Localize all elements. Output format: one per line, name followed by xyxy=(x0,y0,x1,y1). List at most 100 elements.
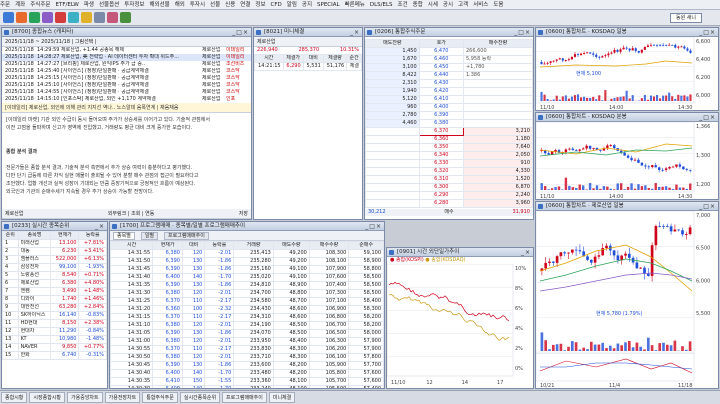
taskbar-item[interactable]: 실시간종목순위 xyxy=(179,392,221,403)
menu-item[interactable]: 계좌 xyxy=(15,2,25,8)
column-header[interactable]: 매수수량 xyxy=(308,241,350,250)
mini-code[interactable]: 제로산업 xyxy=(254,37,362,47)
ask-price[interactable]: 6,450 xyxy=(418,63,464,72)
window-controls[interactable]: _× xyxy=(350,29,360,36)
taskbar-item[interactable]: 가용전장차트 xyxy=(104,392,141,403)
bid-row[interactable]: 6,320 4,330 xyxy=(365,167,533,176)
ask-price[interactable]: 6,390 xyxy=(418,111,464,120)
bid-price[interactable]: 6,300 xyxy=(418,183,464,192)
table-row[interactable]: 3 엠플러스 522,000 +6.13% xyxy=(2,255,107,264)
news-footer-links[interactable]: 외부링크 | 조회 | 연동 xyxy=(108,209,155,218)
column-header[interactable]: 대비 xyxy=(181,241,206,250)
menu-item[interactable]: DLS/ELS xyxy=(370,2,393,8)
news-item[interactable]: 2025/11/18 14:27:27 [브리핑] 제로산업, 원익IPS 주가 … xyxy=(2,61,251,68)
column-header[interactable]: 종목명 xyxy=(17,231,52,240)
ask-row[interactable]: 4,460 6,380 xyxy=(365,119,533,128)
home-icon[interactable] xyxy=(3,12,14,23)
table-row[interactable]: 12 현대차 11,290 -0.84% xyxy=(2,327,107,336)
window-controls[interactable]: _□× xyxy=(699,203,716,210)
news-item[interactable]: 2025/11/18 14:15:10 [인포스탁] 제로산업, 외인 +1,17… xyxy=(2,96,251,103)
news-item[interactable]: 2025/11/18 14:28:27 체로산업, 美 전략업 · AI 데이터센… xyxy=(2,54,251,61)
order-icon[interactable] xyxy=(16,12,27,23)
bid-price[interactable]: 6,330 xyxy=(418,159,464,168)
column-header[interactable]: 시간 xyxy=(110,241,154,250)
taskbar-item[interactable]: 종합시황 xyxy=(1,392,28,403)
bid-row[interactable]: 6,300 6,870 xyxy=(365,183,533,192)
screen-icon[interactable] xyxy=(120,12,131,23)
table-row[interactable]: 7 엔켐 3,490 +1.48% xyxy=(2,287,107,296)
menu-item[interactable]: 조건 xyxy=(398,2,408,8)
column-header[interactable]: 매도수량 xyxy=(272,241,310,250)
ask-row[interactable]: 2,780 6,390 xyxy=(365,111,533,120)
ask-row[interactable]: 8,422 6,440 1.386 xyxy=(365,71,533,80)
table-row[interactable]: 14 NAVER 9,850 +0.77% xyxy=(2,343,107,352)
bid-price[interactable]: 6,290 xyxy=(418,191,464,200)
menu-item[interactable]: 연결 xyxy=(240,2,250,8)
menu-item[interactable]: CFD xyxy=(271,2,282,8)
ask-price[interactable]: 6,460 xyxy=(418,55,464,64)
ask-price[interactable]: 6,420 xyxy=(418,87,464,96)
menu-item[interactable]: 선물 xyxy=(210,2,220,8)
bid-row[interactable]: 6,370 3,210 xyxy=(365,127,533,136)
window-controls[interactable]: _× xyxy=(95,223,105,230)
ask-price[interactable]: 6,400 xyxy=(418,103,464,112)
ask-row[interactable]: 1,940 6,420 xyxy=(365,87,533,96)
window-controls[interactable]: _□× xyxy=(514,29,531,36)
column-header[interactable]: 순간 xyxy=(346,54,362,63)
linechart-plot[interactable]: 10% 8% 6% 4% 2% 0% 11/10 12 14 17 xyxy=(387,263,534,388)
program-tab[interactable]: 프로그램매매추이 xyxy=(164,232,209,240)
news-item[interactable]: 2025/11/18 14:25:15 [사이언스] (정정)단일판매 · 공급계… xyxy=(2,75,251,82)
bid-row[interactable]: 6,340 2,050 xyxy=(365,151,533,160)
chart-icon[interactable] xyxy=(29,12,40,23)
menu-item[interactable]: 정보 xyxy=(255,2,265,8)
bid-row[interactable]: 6,290 2,240 xyxy=(365,191,533,200)
table-row[interactable]: 4 삼성전자 99,100 -1.93% xyxy=(2,263,107,272)
window-controls[interactable]: _□× xyxy=(365,223,382,230)
settings-icon[interactable] xyxy=(94,12,105,23)
menu-item[interactable]: 투자정보 xyxy=(124,2,144,8)
menu-item[interactable]: 투자시 xyxy=(190,2,205,8)
column-header[interactable]: 순위 xyxy=(2,231,19,240)
ask-price[interactable]: 6,470 xyxy=(418,47,464,56)
news-save-button[interactable]: 저장 xyxy=(239,209,248,218)
column-header[interactable]: 체결가 xyxy=(282,54,304,63)
menu-item[interactable]: 선물옵션 xyxy=(99,2,119,8)
news-item[interactable]: 2025/11/18 14:29:59 체로산업, +1.44 공종목 해제 제로산… xyxy=(2,47,251,54)
table-row[interactable]: 6 제로산업 6,380 +4.80% xyxy=(2,279,107,288)
column-header[interactable]: 체결량 xyxy=(322,54,348,63)
bid-row[interactable]: 6,310 1,520 xyxy=(365,175,533,184)
menu-item[interactable]: 해외 xyxy=(175,2,185,8)
news-item[interactable]: 2025/11/18 14:25:10 [사이언스] (정정)단일판매 · 공급계… xyxy=(2,82,251,89)
chart3-plot[interactable]: 7,000 6,500 6,000 5,500 10/21 11/4 11/18 현재 5,7… xyxy=(536,210,719,389)
bid-row[interactable]: 6,360 1,180 xyxy=(365,135,533,144)
ask-price[interactable]: 6,410 xyxy=(418,95,464,104)
column-header[interactable]: 거래량 xyxy=(233,241,274,250)
column-header[interactable]: 등락률 xyxy=(204,241,235,250)
menu-item[interactable]: 고객 xyxy=(458,2,468,8)
menu-item[interactable]: 주문 xyxy=(0,2,10,8)
news-footer-stock[interactable]: 제로산업 xyxy=(5,209,23,218)
menu-item[interactable]: 종합 xyxy=(413,2,423,8)
star-icon[interactable] xyxy=(81,12,92,23)
column-header[interactable]: 현재가 xyxy=(50,231,80,240)
program-tab[interactable]: 종목별 xyxy=(113,232,135,240)
bid-price[interactable]: 6,320 xyxy=(418,167,464,176)
menu-item[interactable]: SPECIAL xyxy=(317,2,340,8)
ask-row[interactable]: 1,670 6,460 5,958 등락 xyxy=(365,55,533,64)
menu-item[interactable]: 빠른메뉴 xyxy=(345,2,365,8)
table-row[interactable]: 1 미래산업 13,100 +7.81% xyxy=(2,239,107,248)
ask-row[interactable]: 2,310 6,430 xyxy=(365,79,533,88)
table-row[interactable]: 5 노랑풍선 8,540 +0.71% xyxy=(2,271,107,280)
table-row[interactable]: 9 대한전선 63,280 +2.84% xyxy=(2,303,107,312)
window-controls[interactable]: _□× xyxy=(232,29,249,36)
chart2-plot[interactable]: 1,366 1,300 1,200 11/10 14:00 14:30 xyxy=(536,121,719,200)
bid-price[interactable]: 6,360 xyxy=(418,135,464,144)
ask-row[interactable]: 5,120 6,410 xyxy=(365,95,533,104)
taskbar-item[interactable]: 시장종합시황 xyxy=(29,392,66,403)
orderbook-side[interactable]: 매수 xyxy=(444,209,453,216)
ask-row[interactable]: 960 6,400 xyxy=(365,103,533,112)
ask-price[interactable]: 6,440 xyxy=(418,71,464,80)
bid-price[interactable]: 6,310 xyxy=(418,175,464,184)
ask-price[interactable]: 6,380 xyxy=(418,119,464,128)
menu-item[interactable]: 신용 xyxy=(225,2,235,8)
